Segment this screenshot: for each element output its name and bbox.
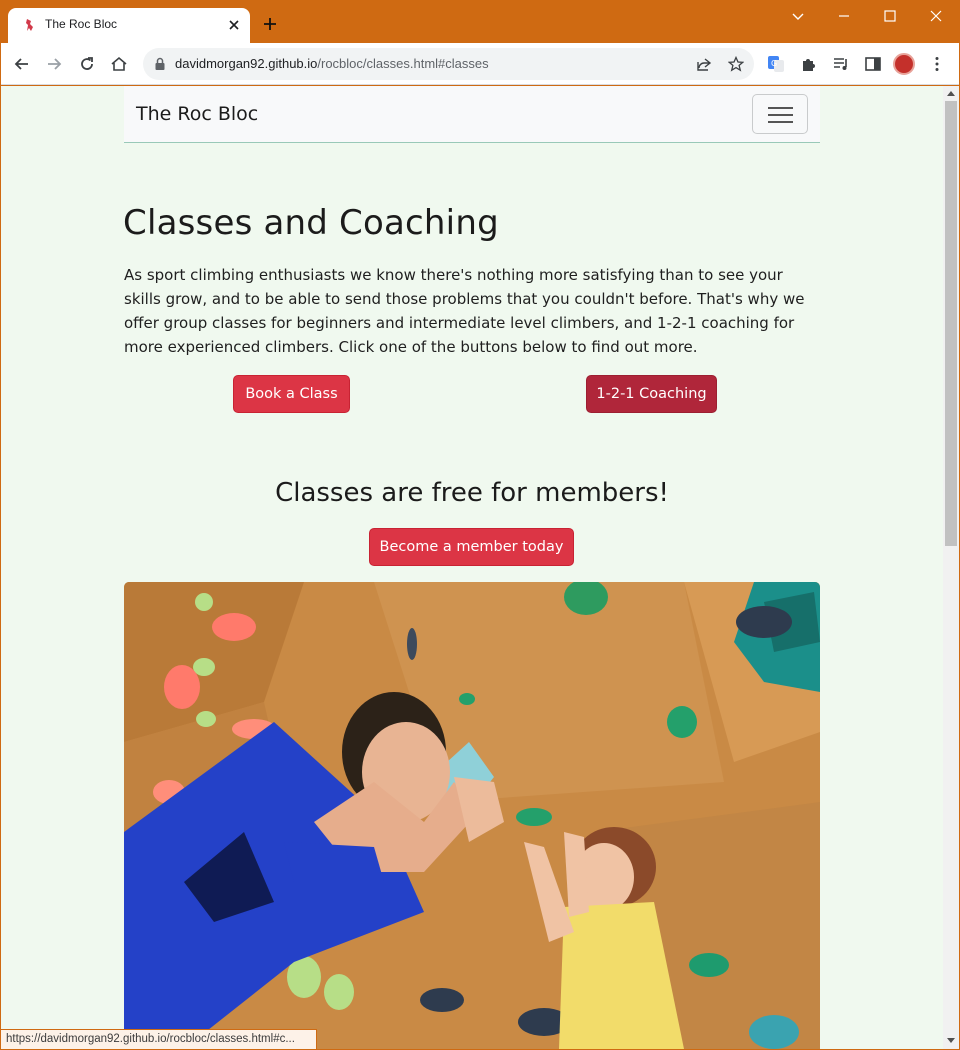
extensions-puzzle-icon[interactable] [800,55,818,73]
become-member-button[interactable]: Become a member today [369,528,574,566]
media-control-icon[interactable] [832,55,850,73]
hamburger-icon-bar [768,107,793,109]
google-translate-icon[interactable]: G [767,55,785,73]
site-navbar: The Roc Bloc [124,86,820,143]
scroll-up-arrow-icon[interactable] [947,91,955,96]
title-bar: The Roc Bloc [0,0,960,43]
back-arrow-icon[interactable] [13,55,31,73]
window-close-icon[interactable] [928,8,944,24]
maximize-icon[interactable] [882,8,898,24]
scroll-thumb[interactable] [945,101,957,546]
coaching-button[interactable]: 1-2-1 Coaching [586,375,717,413]
minimize-icon[interactable] [836,8,852,24]
address-bar[interactable]: davidmorgan92.github.io/rocbloc/classes.… [143,48,754,80]
reload-icon[interactable] [78,55,96,73]
close-tab-icon[interactable] [226,17,242,33]
site-favicon-icon [26,19,33,31]
tab-search-chevron-icon[interactable] [790,8,806,24]
profile-avatar[interactable] [893,53,915,75]
home-icon[interactable] [110,55,128,73]
url-path: /rocbloc/classes.html#classes [317,56,489,71]
tab-title: The Roc Bloc [45,17,118,31]
url-host: davidmorgan92.github.io [175,56,318,71]
hamburger-icon-bar [768,121,793,123]
page-title: Classes and Coaching [123,203,499,243]
side-panel-icon[interactable] [864,55,882,73]
page-viewport: The Roc Bloc Classes and Coaching As spo… [1,86,943,1049]
url-text[interactable]: davidmorgan92.github.io/rocbloc/classes.… [175,56,489,71]
forward-arrow-icon[interactable] [45,55,63,73]
nav-toggle-button[interactable] [752,94,808,134]
new-tab-icon[interactable] [262,16,278,32]
share-icon[interactable] [696,56,712,72]
intro-paragraph: As sport climbing enthusiasts we know th… [124,266,805,356]
hamburger-icon-bar [768,114,793,116]
climbing-coach-photo [124,582,820,1049]
browser-toolbar: davidmorgan92.github.io/rocbloc/classes.… [0,43,960,85]
bookmark-star-icon[interactable] [728,56,744,72]
book-class-button[interactable]: Book a Class [233,375,350,413]
menu-kebab-icon[interactable] [928,55,946,73]
site-brand[interactable]: The Roc Bloc [136,103,258,125]
vertical-scrollbar[interactable] [943,86,959,1049]
lock-icon[interactable] [154,57,166,71]
scroll-down-arrow-icon[interactable] [947,1038,955,1043]
members-heading: Classes are free for members! [275,478,669,508]
link-status-bar: https://davidmorgan92.github.io/rocbloc/… [1,1029,317,1049]
browser-tab[interactable]: The Roc Bloc [8,8,250,43]
svg-text:G: G [771,59,777,68]
